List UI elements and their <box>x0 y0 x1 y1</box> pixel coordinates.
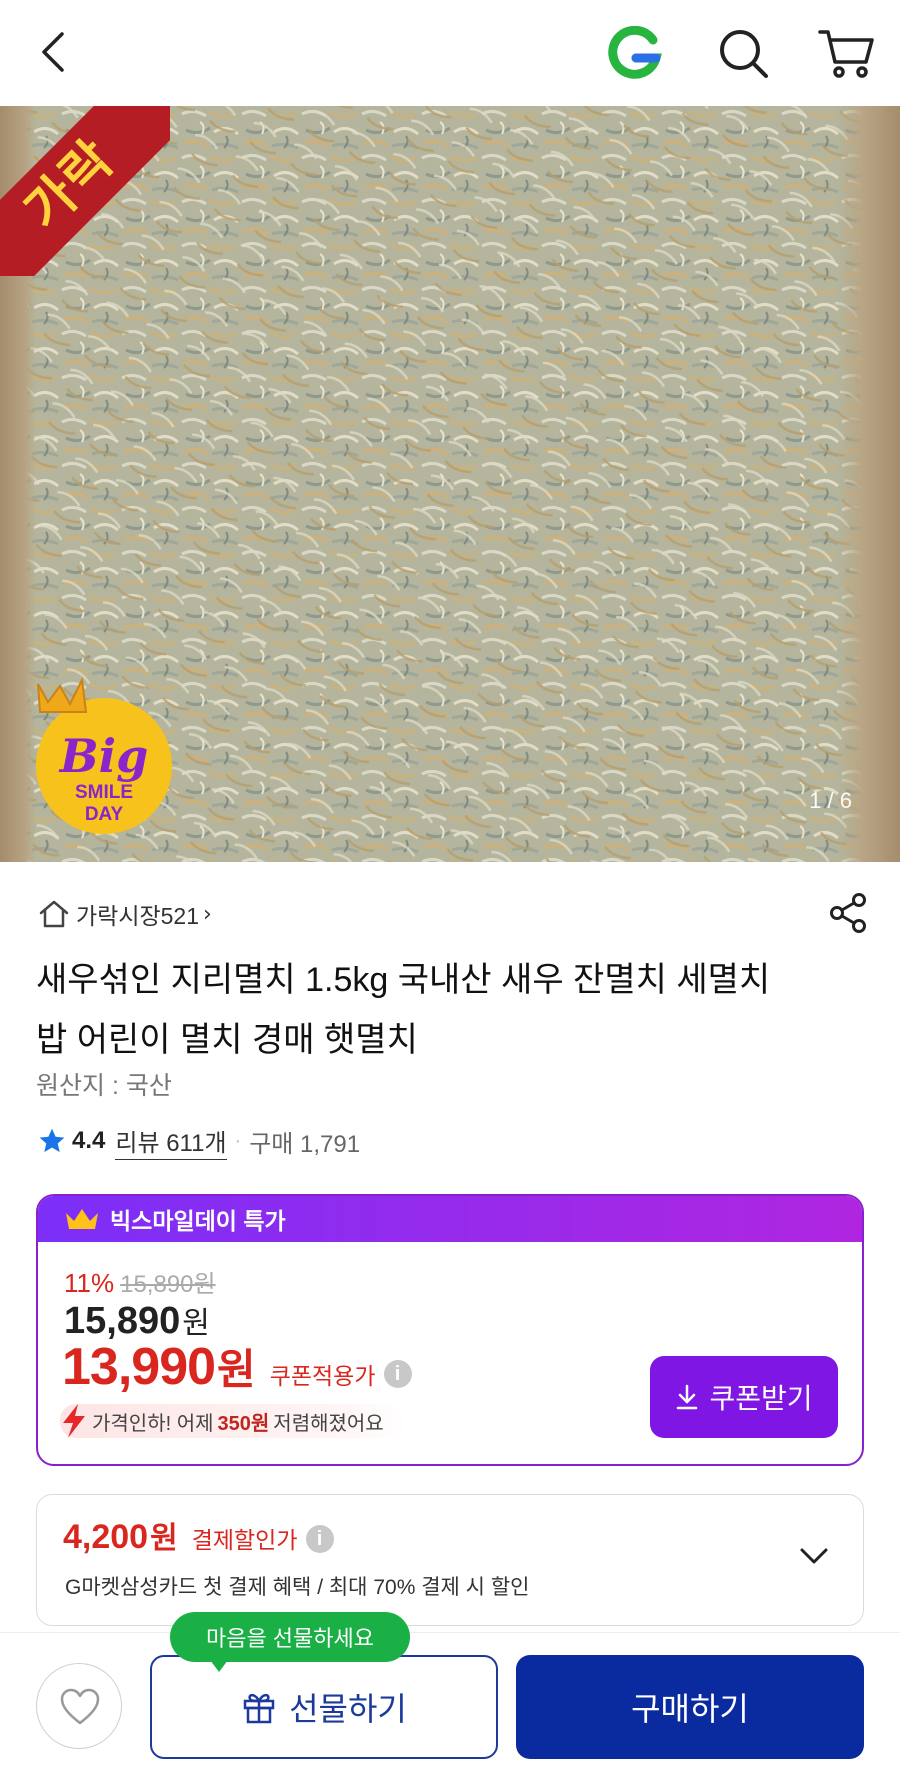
payment-discount-card[interactable]: 4,200 원 결제할인가 i G마켓삼성카드 첫 결제 혜택 / 최대 70%… <box>36 1494 864 1626</box>
buy-button[interactable]: 구매하기 <box>516 1655 864 1759</box>
cart-icon[interactable] <box>818 26 876 80</box>
big-smile-day-badge: Big SMILE DAY <box>24 666 184 836</box>
payment-discount-price: 4,200 <box>63 1518 149 1556</box>
review-count-link[interactable]: 리뷰 611개 <box>115 1123 227 1160</box>
special-deal-card: 빅스마일데이 특가 11% 15,890원 15,890 원 13,990 원 … <box>36 1194 864 1466</box>
badge-day-text: DAY <box>85 804 124 825</box>
box-edge <box>838 106 900 862</box>
chevron-left-icon[interactable] <box>34 30 78 74</box>
lightning-icon <box>63 1404 85 1438</box>
image-counter: 1 / 6 <box>809 788 852 813</box>
coupon-price-row: 13,990 원 쿠폰적용가 i <box>62 1336 412 1397</box>
product-origin: 원산지 : 국산 <box>36 1072 172 1100</box>
discount-percent: 11% <box>64 1268 115 1298</box>
info-icon[interactable]: i <box>305 1525 334 1553</box>
badge-smile-text: SMILE <box>75 782 133 803</box>
bottom-action-bar: 선물하기 구매하기 <box>0 1632 900 1775</box>
coupon-price: 13,990 <box>62 1338 216 1396</box>
download-icon <box>677 1384 698 1410</box>
price-drop-notice: 가격인하! 어제 350원 저렴해졌어요 <box>60 1404 406 1438</box>
deal-header: 빅스마일데이 특가 <box>38 1196 862 1242</box>
rating-score: 4.4 <box>72 1127 106 1154</box>
deal-header-label: 빅스마일데이 특가 <box>110 1208 286 1234</box>
original-price: 15,890원 <box>120 1271 216 1298</box>
product-title: 새우섞인 지리멸치 1.5kg 국내산 새우 잔멸치 세멸치 밥 어린이 멸치 … <box>36 961 771 1059</box>
crown-icon <box>66 1209 98 1229</box>
heart-icon <box>60 1688 100 1725</box>
wishlist-button[interactable] <box>36 1663 122 1749</box>
price-drop-suffix: 저렴해졌어요 <box>273 1412 384 1435</box>
gift-icon <box>243 1693 275 1724</box>
buy-button-label: 구매하기 <box>631 1691 749 1727</box>
rating-row: 4.4 리뷰 611개 · 구매 1,791 <box>38 1122 360 1160</box>
store-name: 가락시장521 <box>76 903 200 929</box>
share-icon[interactable] <box>828 892 868 934</box>
chevron-right-icon: › <box>203 901 212 927</box>
payment-price-row: 4,200 원 결제할인가 i <box>63 1513 334 1557</box>
gmarket-logo-icon[interactable] <box>606 26 662 82</box>
product-image-carousel[interactable]: 가락 Big SMILE DAY 1 / 6 <box>0 106 900 862</box>
gift-button[interactable]: 선물하기 <box>150 1655 498 1759</box>
corner-ribbon-label: 가락 <box>0 106 170 276</box>
discount-row: 11% 15,890원 <box>64 1264 216 1299</box>
gift-button-label: 선물하기 <box>289 1691 407 1727</box>
store-link[interactable]: 가락시장521 › <box>38 894 212 934</box>
star-icon <box>39 1128 65 1153</box>
top-navigation-bar <box>0 0 900 106</box>
home-icon <box>39 900 69 928</box>
price-drop-prefix: 가격인하! 어제 <box>92 1412 214 1435</box>
get-coupon-button[interactable]: 쿠폰받기 <box>650 1356 838 1438</box>
get-coupon-label: 쿠폰받기 <box>709 1383 813 1414</box>
corner-ribbon: 가락 <box>0 106 170 276</box>
info-icon[interactable]: i <box>383 1360 412 1388</box>
search-icon[interactable] <box>716 26 770 80</box>
payment-discount-description: G마켓삼성카드 첫 결제 혜택 / 최대 70% 결제 시 할인 <box>65 1576 530 1599</box>
coupon-price-label: 쿠폰적용가 <box>269 1363 376 1389</box>
chevron-down-icon[interactable] <box>797 1539 831 1573</box>
payment-price-unit: 원 <box>150 1522 178 1555</box>
separator-dot: · <box>234 1129 242 1152</box>
coupon-price-unit: 원 <box>217 1346 256 1393</box>
purchase-count: 구매 1,791 <box>249 1130 361 1158</box>
gift-tooltip: 마음을 선물하세요 <box>170 1612 410 1672</box>
badge-big-text: Big <box>58 729 149 783</box>
payment-discount-label: 결제할인가 <box>191 1527 298 1553</box>
price-drop-amount: 350원 <box>217 1412 270 1435</box>
